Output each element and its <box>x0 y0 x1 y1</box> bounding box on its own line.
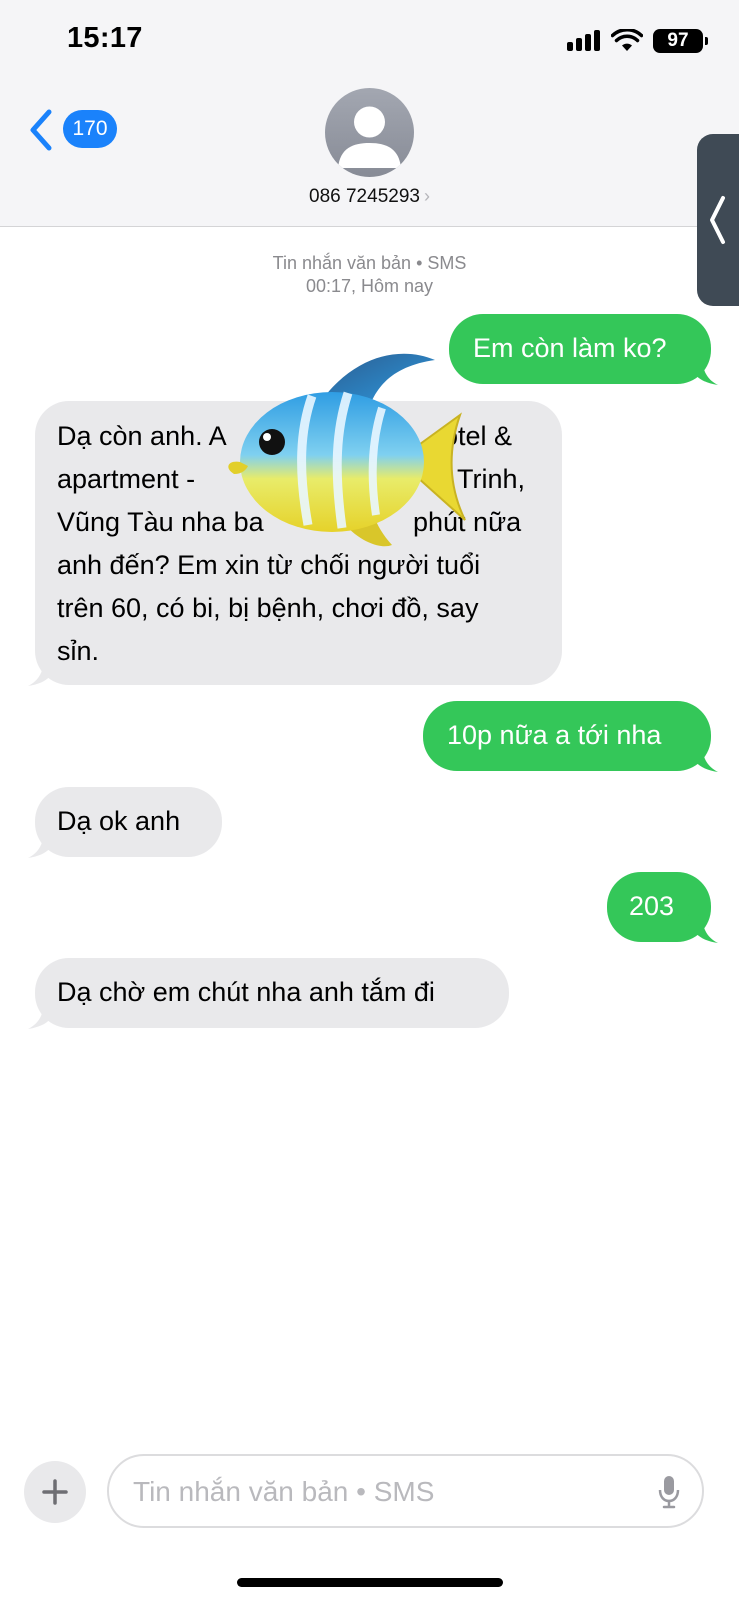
message-bubble-outgoing[interactable]: 10p nữa a tới nha <box>423 701 718 772</box>
plus-icon <box>42 1479 68 1505</box>
message-text: 203 <box>629 891 675 921</box>
bubble-tail <box>28 828 58 858</box>
add-attachment-button[interactable] <box>24 1461 86 1523</box>
home-indicator[interactable] <box>237 1578 503 1587</box>
message-line: sỉn. <box>57 636 100 666</box>
status-time: 15:17 <box>67 22 143 54</box>
bubble-tail <box>688 355 718 385</box>
message-line: trên 60, có bi, bị bệnh, chơi đồ, say <box>57 593 479 623</box>
contact-number[interactable]: 086 7245293 <box>309 186 420 207</box>
bubble-tail <box>28 999 58 1029</box>
fish-emoji <box>228 353 466 547</box>
message-text: Dạ chờ em chút nha anh tắm đi <box>57 977 435 1007</box>
message-line: Dạ còn anh. A <box>57 421 227 451</box>
message-line: apartment - <box>57 464 196 494</box>
chevron-left-icon[interactable] <box>28 108 54 152</box>
bubble-tail <box>688 742 718 772</box>
battery-indicator: 97 <box>653 29 708 53</box>
message-composer[interactable] <box>107 1454 704 1528</box>
contact-avatar[interactable] <box>325 88 414 177</box>
thread-timestamp: 00:17, Hôm nay <box>305 276 434 296</box>
message-input[interactable] <box>131 1456 635 1528</box>
wifi-icon <box>611 29 643 51</box>
thread-meta: Tin nhắn văn bản • SMS 00:17, Hôm nay <box>0 252 739 298</box>
message-text: Em còn làm ko? <box>473 333 667 363</box>
message-text: Dạ ok anh <box>57 806 181 836</box>
service-label: Tin nhắn văn bản • SMS <box>272 253 467 273</box>
bubble-tail <box>688 913 718 943</box>
cellular-signal-icon <box>567 29 601 53</box>
chevron-right-icon: › <box>423 186 430 206</box>
message-text: 10p nữa a tới nha <box>447 720 662 750</box>
bubble-tail <box>28 656 58 686</box>
contact-name[interactable]: 086 7245293 › <box>0 186 739 208</box>
status-icons: 97 <box>567 26 708 56</box>
chevron-left-icon <box>710 196 725 244</box>
person-icon <box>338 106 401 168</box>
message-bubble-incoming[interactable]: Dạ ok anh <box>28 787 222 858</box>
unread-count-badge[interactable]: 170 <box>63 110 117 148</box>
message-bubble-outgoing[interactable]: Em còn làm ko? <box>449 314 718 385</box>
microphone-icon[interactable] <box>658 1475 680 1509</box>
message-bubble-outgoing[interactable]: 203 <box>607 872 718 943</box>
message-bubble-incoming[interactable]: Dạ chờ em chút nha anh tắm đi <box>28 958 509 1029</box>
